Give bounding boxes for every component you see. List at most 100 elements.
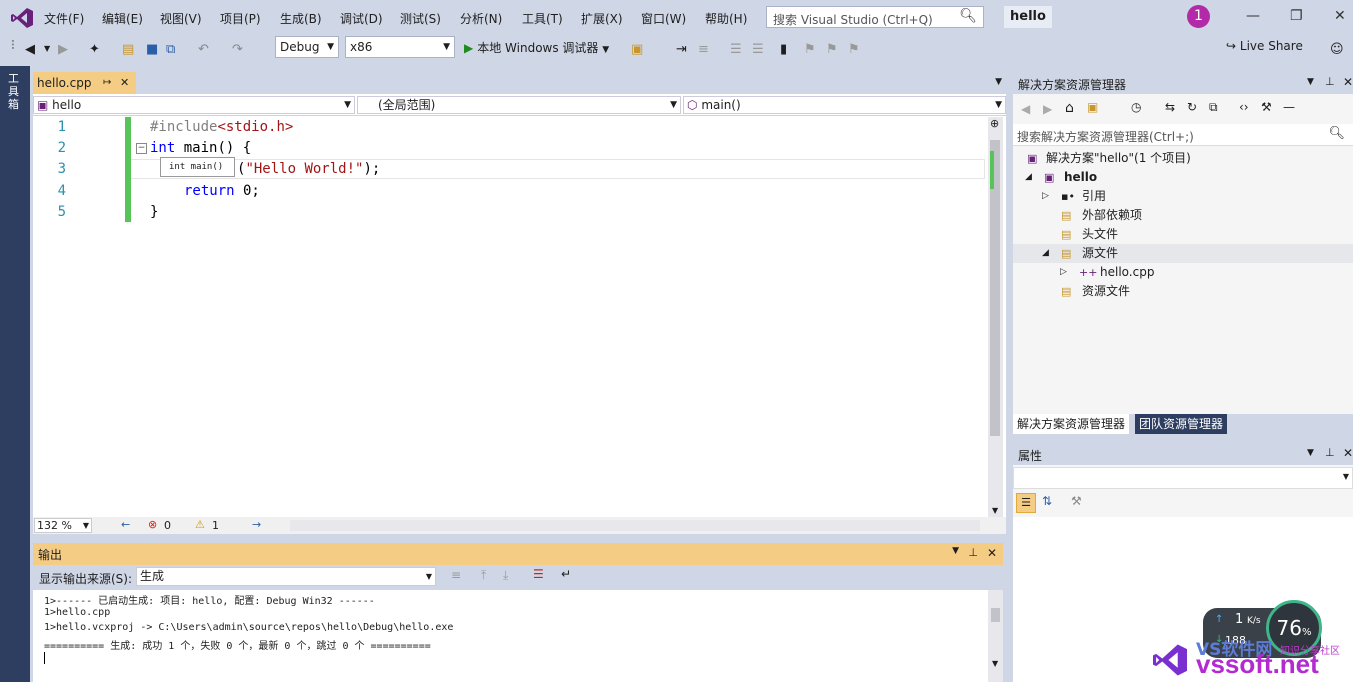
menu-view[interactable]: 视图(V) (160, 10, 202, 27)
project-nav-select[interactable]: ▣ hello ▼ (33, 96, 355, 114)
home-icon[interactable]: ⌂ (1065, 100, 1074, 116)
menu-help[interactable]: 帮助(H) (705, 10, 747, 27)
chevron-down-icon[interactable]: ▼ (1307, 77, 1314, 87)
menu-debug[interactable]: 调试(D) (340, 10, 383, 27)
menu-window[interactable]: 窗口(W) (641, 10, 686, 27)
alphabetical-icon[interactable]: ⇅ (1042, 494, 1052, 508)
member-nav-select[interactable]: ⬡ main() ▼ (683, 96, 1006, 114)
properties-icon[interactable]: ⚒ (1261, 100, 1272, 114)
chevron-down-icon[interactable]: ▼ (44, 44, 50, 53)
tab-team-explorer[interactable]: 团队资源管理器 (1135, 414, 1228, 434)
tab-solution-explorer[interactable]: 解决方案资源管理器 (1013, 414, 1130, 434)
output-source-select[interactable]: 生成 ▼ (136, 567, 436, 586)
minimize-icon[interactable]: — (1246, 8, 1260, 24)
config-select[interactable]: Debug ▼ (275, 36, 339, 58)
redo-icon[interactable]: ↷ (232, 42, 243, 57)
view-code-icon[interactable]: ‹› (1239, 100, 1249, 114)
bookmark-icon[interactable]: ▮ (780, 42, 787, 57)
output-vertical-scrollbar[interactable]: ▼ (988, 590, 1003, 682)
toolbar-grip[interactable]: ⠇ (10, 39, 20, 54)
next-message-icon[interactable]: ⤓ (503, 568, 508, 583)
uncomment-icon[interactable]: ☰ (752, 42, 764, 57)
zoom-select[interactable]: 132 % ▼ (34, 518, 92, 533)
refresh-icon[interactable]: ↻ (1187, 100, 1197, 114)
prev-issue-icon[interactable]: ← (121, 518, 130, 531)
step-icon[interactable]: ⇥ (676, 42, 687, 57)
close-icon[interactable]: ✕ (1343, 75, 1353, 89)
tree-item-references[interactable]: ▷ ▪• 引用 (1013, 187, 1353, 206)
start-debugging-button[interactable]: ▶ 本地 Windows 调试器 ▼ (464, 39, 609, 56)
undo-icon[interactable]: ↶ (198, 42, 209, 57)
menu-file[interactable]: 文件(F) (44, 10, 84, 27)
editor-vertical-scrollbar[interactable]: ⊕ ▼ (988, 117, 1003, 517)
chevron-down-icon[interactable]: ▼ (992, 659, 998, 668)
scroll-thumb[interactable] (991, 608, 1000, 622)
save-icon[interactable]: ■ (146, 42, 158, 57)
tree-item-solution[interactable]: ▣ 解决方案"hello"(1 个项目) (1013, 149, 1353, 168)
tab-hello-cpp[interactable]: hello.cpp ↦ ✕ (33, 72, 136, 94)
tree-item-resource-files[interactable]: ▤ 资源文件 (1013, 282, 1353, 301)
prev-message-icon[interactable]: ⤒ (481, 568, 486, 583)
pending-changes-icon[interactable]: ◷ (1131, 100, 1141, 114)
forward-icon[interactable]: ▶︎ (58, 42, 68, 57)
split-icon[interactable]: ⊕ (990, 117, 999, 130)
next-issue-icon[interactable]: → (252, 518, 261, 531)
pin-icon[interactable]: ↦ (103, 72, 111, 94)
properties-object-select[interactable]: ▼ (1013, 467, 1353, 489)
property-pages-icon[interactable]: ⚒ (1071, 494, 1082, 508)
tree-item-project[interactable]: ◢ ▣ hello (1013, 168, 1353, 187)
live-share-button[interactable]: ↪ Live Share (1226, 39, 1303, 53)
close-icon[interactable]: ✕ (120, 72, 129, 94)
comment-icon[interactable]: ☰ (730, 42, 742, 57)
tree-item-source-files[interactable]: ◢ ▤ 源文件 (1013, 244, 1353, 263)
solution-explorer-search[interactable]: 搜索解决方案资源管理器(Ctrl+;) 🔍︎ (1013, 124, 1353, 146)
error-count[interactable]: 0 (164, 519, 171, 532)
menu-test[interactable]: 测试(S) (400, 10, 441, 27)
new-project-icon[interactable]: ✦ (89, 42, 100, 57)
collapsed-arrow-icon[interactable]: ▷ (1060, 263, 1067, 282)
menu-build[interactable]: 生成(B) (280, 10, 322, 27)
warning-count[interactable]: 1 (212, 519, 219, 532)
switch-views-icon[interactable]: ▣ (1087, 100, 1098, 114)
open-folder-icon[interactable]: ▤ (122, 42, 134, 57)
save-all-icon[interactable]: ⧉ (166, 42, 175, 57)
expanded-arrow-icon[interactable]: ◢ (1042, 244, 1049, 263)
forward-icon[interactable]: ▶︎ (1043, 102, 1052, 116)
close-icon[interactable]: ✕ (1343, 446, 1353, 460)
scope-nav-select[interactable]: (全局范围) ▼ (357, 96, 681, 114)
menu-tools[interactable]: 工具(T) (522, 10, 563, 27)
platform-select[interactable]: x86 ▼ (345, 36, 455, 58)
next-bookmark-icon[interactable]: ⚑ (826, 42, 838, 57)
chevron-down-icon[interactable]: ▼ (995, 77, 1002, 87)
prev-bookmark-icon[interactable]: ⚑ (804, 42, 816, 57)
close-icon[interactable]: ✕ (1334, 8, 1346, 24)
back-icon[interactable]: ◀︎ (25, 42, 35, 57)
word-wrap-icon[interactable]: ↵ (561, 567, 571, 581)
collapse-icon[interactable]: − (136, 143, 147, 154)
editor-horizontal-scrollbar[interactable] (290, 520, 980, 531)
collapsed-arrow-icon[interactable]: ▷ (1042, 187, 1049, 206)
close-icon[interactable]: ✕ (987, 546, 997, 560)
back-icon[interactable]: ◀︎ (1021, 102, 1030, 116)
collapse-all-icon[interactable]: ⧉ (1209, 100, 1218, 115)
restore-icon[interactable]: ❐ (1290, 8, 1303, 24)
toolbox-strip[interactable]: 工具箱 (0, 66, 30, 682)
notification-badge[interactable]: 1 (1187, 5, 1210, 28)
indent-icon[interactable]: ≡ (698, 42, 709, 57)
search-input[interactable]: 搜索 Visual Studio (Ctrl+Q) 🔍︎ (766, 6, 984, 28)
pin-icon[interactable]: ⊥ (1325, 446, 1335, 459)
menu-project[interactable]: 项目(P) (220, 10, 261, 27)
pin-icon[interactable]: ⊥ (1325, 75, 1335, 88)
clear-bookmarks-icon[interactable]: ⚑ (848, 42, 860, 57)
menu-extensions[interactable]: 扩展(X) (581, 10, 623, 27)
feedback-icon[interactable]: ☺ (1330, 42, 1344, 57)
sync-icon[interactable]: ⇆ (1165, 100, 1175, 114)
find-message-icon[interactable]: ≡ (451, 568, 461, 582)
chevron-down-icon[interactable]: ▼ (952, 546, 959, 556)
minimize-toolbar-icon[interactable]: — (1283, 100, 1295, 114)
tree-item-external-deps[interactable]: ▤ 外部依赖项 (1013, 206, 1353, 225)
menu-edit[interactable]: 编辑(E) (102, 10, 143, 27)
tree-item-hello-cpp[interactable]: ▷ ++ hello.cpp (1013, 263, 1353, 282)
expanded-arrow-icon[interactable]: ◢ (1025, 168, 1032, 187)
menu-analyze[interactable]: 分析(N) (460, 10, 502, 27)
